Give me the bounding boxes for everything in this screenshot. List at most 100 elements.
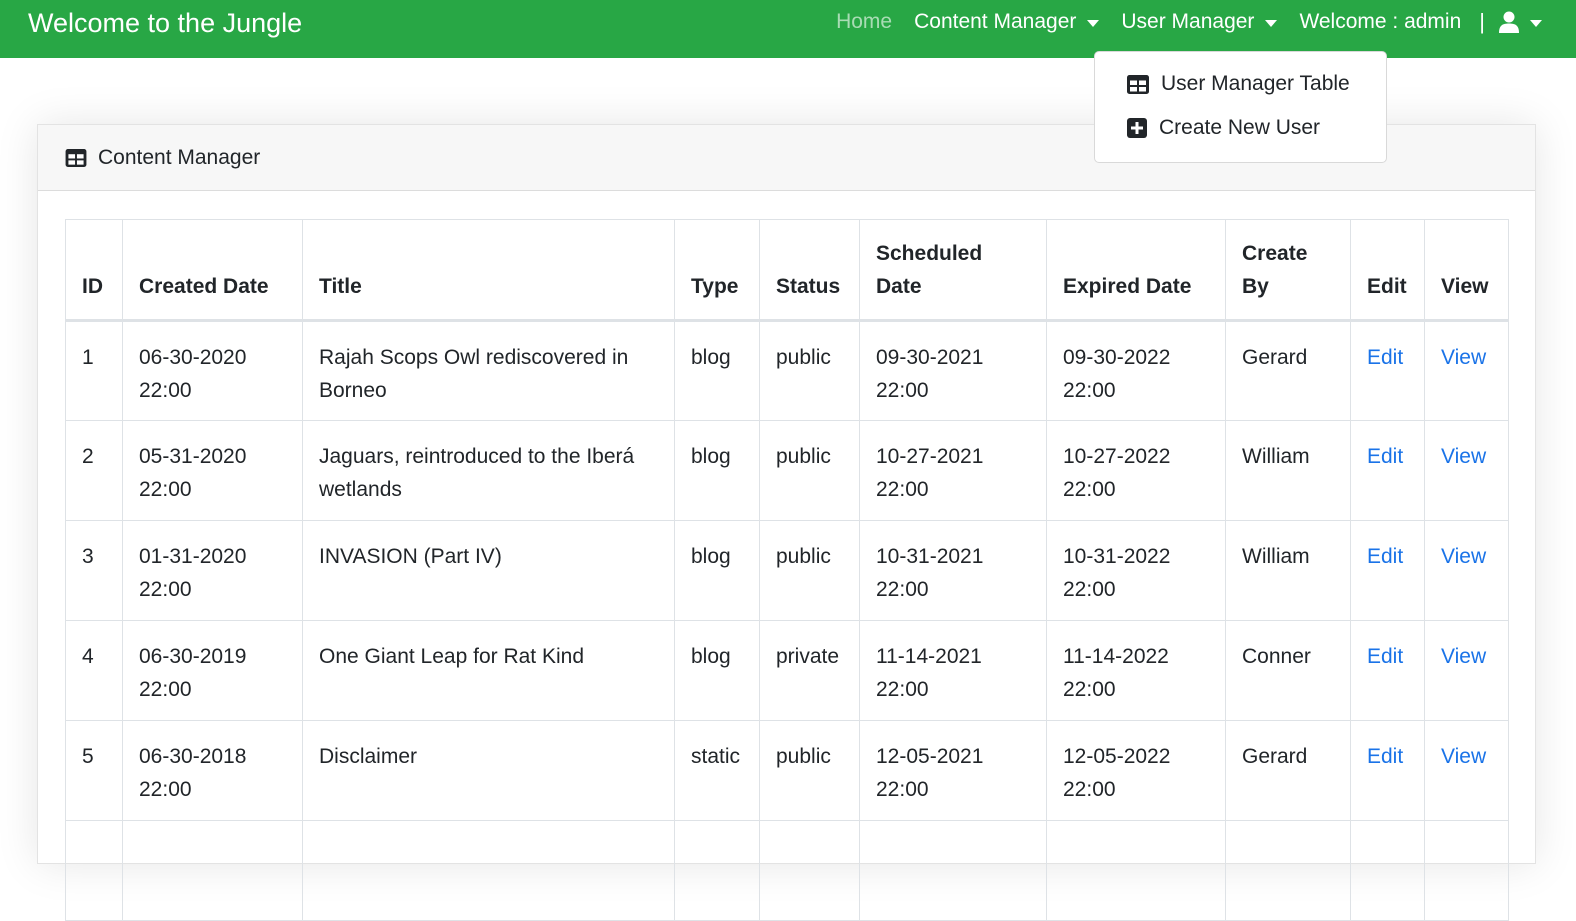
view-link[interactable]: View [1441, 745, 1486, 768]
nav-content-manager-label: Content Manager [914, 10, 1077, 33]
table-cell [759, 820, 860, 921]
view-link[interactable]: View [1441, 545, 1486, 568]
cell-created-date: 06-30-2019 22:00 [122, 620, 303, 721]
header-id[interactable]: ID [65, 219, 123, 322]
nav-user-manager-dropdown[interactable]: User Manager [1121, 0, 1278, 44]
view-link[interactable]: View [1441, 445, 1486, 468]
table-cell [1424, 820, 1509, 921]
header-type[interactable]: Type [674, 219, 760, 322]
dropdown-item-label: Create New User [1159, 116, 1321, 139]
header-status[interactable]: Status [759, 219, 860, 322]
caret-down-icon [1530, 19, 1542, 27]
cell-created-date: 01-31-2020 22:00 [122, 520, 303, 621]
scheduled-date: 11-14-2021 [876, 645, 982, 668]
table-cell [859, 820, 1047, 921]
cell-type: blog [674, 320, 760, 421]
created-time: 22:00 [139, 478, 192, 501]
header-created-date[interactable]: Created Date [122, 219, 303, 322]
cell-view: View [1424, 720, 1509, 821]
scheduled-date: 10-27-2021 [876, 445, 984, 468]
header-create-by-line1: Create [1242, 242, 1308, 265]
cell-status: public [759, 320, 860, 421]
cell-create-by: William [1225, 520, 1351, 621]
content-manager-card: Content Manager ID Created Date Title Ty… [37, 124, 1536, 921]
cell-edit: Edit [1350, 320, 1425, 421]
dropdown-item-user-manager-table[interactable]: User Manager Table [1127, 72, 1350, 96]
table-cell [1225, 820, 1351, 921]
cell-view: View [1424, 620, 1509, 721]
table-row [65, 820, 1509, 921]
table-row: 2 05-31-2020 22:00 Jaguars, reintroduced to… [65, 420, 1509, 521]
cell-create-by: Gerard [1225, 320, 1351, 421]
nav-home-link[interactable]: Home [836, 0, 892, 44]
cell-status: public [759, 520, 860, 621]
header-create-by[interactable]: Create By [1225, 219, 1351, 322]
header-scheduled-line2: Date [876, 275, 922, 298]
cell-create-by: Gerard [1225, 720, 1351, 821]
cell-title: Disclaimer [302, 720, 675, 821]
plus-square-icon [1127, 118, 1147, 138]
cell-status: public [759, 720, 860, 821]
view-link[interactable]: View [1441, 645, 1486, 668]
nav-content-manager-dropdown[interactable]: Content Manager [914, 0, 1100, 44]
dropdown-item-label: User Manager Table [1161, 72, 1350, 95]
navbar: Welcome to the Jungle Home Content Manag… [0, 0, 1576, 58]
cell-id: 3 [65, 520, 123, 621]
view-link[interactable]: View [1441, 346, 1486, 369]
table-icon [65, 148, 87, 167]
header-scheduled-date[interactable]: Scheduled Date [859, 219, 1047, 322]
edit-link[interactable]: Edit [1367, 346, 1403, 369]
content-table: ID Created Date Title Type Status Schedu… [65, 219, 1509, 921]
cell-created-date: 06-30-2018 22:00 [122, 720, 303, 821]
expired-time: 22:00 [1063, 778, 1116, 801]
cell-title: One Giant Leap for Rat Kind [302, 620, 675, 721]
cell-expired-date: 11-14-2022 22:00 [1046, 620, 1226, 721]
cell-scheduled-date: 10-31-2021 22:00 [859, 520, 1047, 621]
nav-separator: | [1479, 9, 1485, 34]
cell-edit: Edit [1350, 720, 1425, 821]
cell-title: Rajah Scops Owl rediscovered in Borneo [302, 320, 675, 421]
table-cell [65, 820, 123, 921]
cell-view: View [1424, 520, 1509, 621]
expired-date: 09-30-2022 [1063, 346, 1171, 369]
edit-link[interactable]: Edit [1367, 445, 1403, 468]
scheduled-time: 22:00 [876, 578, 929, 601]
edit-link[interactable]: Edit [1367, 745, 1403, 768]
brand-title[interactable]: Welcome to the Jungle [28, 6, 302, 40]
nav-user-manager-label: User Manager [1121, 10, 1255, 33]
table-cell [302, 820, 675, 921]
cell-expired-date: 10-31-2022 22:00 [1046, 520, 1226, 621]
user-icon [1499, 11, 1519, 33]
scheduled-date: 10-31-2021 [876, 545, 984, 568]
header-expired-date[interactable]: Expired Date [1046, 219, 1226, 322]
cell-scheduled-date: 12-05-2021 22:00 [859, 720, 1047, 821]
cell-create-by: William [1225, 420, 1351, 521]
cell-scheduled-date: 10-27-2021 22:00 [859, 420, 1047, 521]
user-menu-dropdown[interactable] [1499, 11, 1542, 33]
expired-date: 12-05-2022 [1063, 745, 1171, 768]
table-header-row: ID Created Date Title Type Status Schedu… [65, 219, 1509, 322]
scheduled-time: 22:00 [876, 379, 929, 402]
created-time: 22:00 [139, 778, 192, 801]
user-manager-dropdown-menu: User Manager Table Create New User [1094, 51, 1387, 163]
cell-id: 1 [65, 320, 123, 421]
cell-id: 4 [65, 620, 123, 721]
cell-title: Jaguars, reintroduced to the Iberá wetla… [302, 420, 675, 521]
cell-view: View [1424, 320, 1509, 421]
cell-scheduled-date: 11-14-2021 22:00 [859, 620, 1047, 721]
header-title[interactable]: Title [302, 219, 675, 322]
caret-down-icon [1087, 19, 1100, 27]
edit-link[interactable]: Edit [1367, 645, 1403, 668]
table-row: 4 06-30-2019 22:00 One Giant Leap for Rat K… [65, 620, 1509, 721]
table-row: 5 06-30-2018 22:00 Disclaimer static public 12… [65, 720, 1509, 821]
table-row: 3 01-31-2020 22:00 INVASION (Part IV) blog pu… [65, 520, 1509, 621]
cell-edit: Edit [1350, 620, 1425, 721]
table-wrapper: ID Created Date Title Type Status Schedu… [65, 219, 1509, 921]
expired-time: 22:00 [1063, 678, 1116, 701]
dropdown-item-create-new-user[interactable]: Create New User [1127, 116, 1320, 140]
cell-type: blog [674, 520, 760, 621]
cell-title: INVASION (Part IV) [302, 520, 675, 621]
header-view: View [1424, 219, 1509, 322]
cell-status: public [759, 420, 860, 521]
edit-link[interactable]: Edit [1367, 545, 1403, 568]
